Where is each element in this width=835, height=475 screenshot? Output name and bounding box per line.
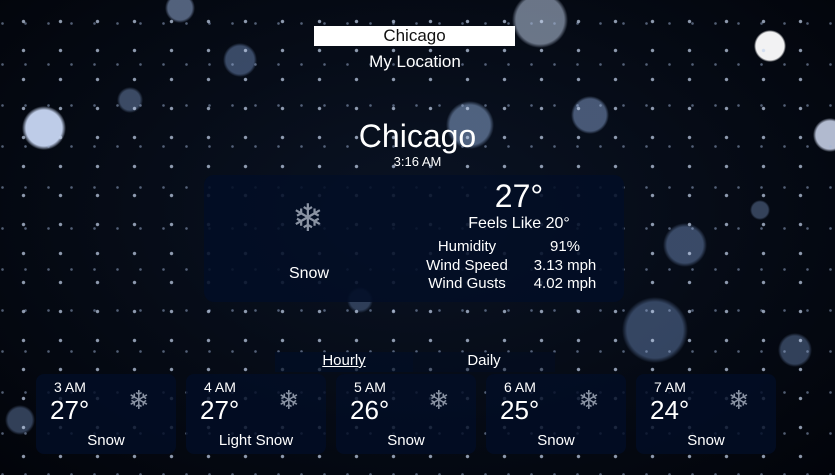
forecast-condition: Snow: [687, 432, 725, 449]
wind-gusts-value: 4.02 mph: [533, 275, 597, 292]
my-location-button[interactable]: My Location: [355, 52, 475, 72]
forecast-condition: Snow: [537, 432, 575, 449]
forecast-condition: Snow: [87, 432, 125, 449]
forecast-card: 6 AM 25° ❄ Snow: [486, 374, 626, 454]
snowflake-icon: ❄: [278, 385, 300, 415]
forecast-condition: Light Snow: [218, 432, 294, 449]
forecast-condition: Snow: [387, 432, 425, 449]
current-temperature: 27°: [494, 178, 544, 214]
forecast-temperature: 24°: [650, 395, 690, 425]
wind-gusts-label: Wind Gusts: [428, 275, 506, 292]
current-condition: Snow: [288, 265, 330, 282]
tab-daily-label: Daily: [467, 352, 501, 369]
forecast-time: 5 AM: [354, 379, 386, 395]
forecast-card: 4 AM 27° ❄ Light Snow: [186, 374, 326, 454]
forecast-time: 4 AM: [204, 379, 236, 395]
forecast-card: 5 AM 26° ❄ Snow: [336, 374, 476, 454]
snowflake-icon: ❄: [578, 385, 600, 415]
forecast-temperature: 26°: [350, 395, 390, 425]
tab-hourly-label: Hourly: [322, 352, 366, 369]
forecast-time: 6 AM: [504, 379, 536, 395]
wind-speed-value: 3.13 mph: [533, 257, 597, 274]
tab-hourly[interactable]: Hourly: [275, 352, 413, 372]
forecast-card: 3 AM 27° ❄ Snow: [36, 374, 176, 454]
humidity-label: Humidity: [437, 238, 497, 255]
humidity-value: 91%: [549, 238, 581, 255]
forecast-time: 7 AM: [654, 379, 686, 395]
current-weather-card: ❄ Snow 27° Feels Like 20° Humidity 91% W…: [204, 175, 624, 302]
feels-like: Feels Like 20°: [468, 215, 570, 232]
forecast-card: 7 AM 24° ❄ Snow: [636, 374, 776, 454]
tab-daily[interactable]: Daily: [413, 352, 555, 372]
forecast-temperature: 25°: [500, 395, 540, 425]
snowflake-icon: ❄: [728, 385, 750, 415]
current-time: 3:16 AM: [393, 154, 442, 169]
forecast-time: 3 AM: [54, 379, 86, 395]
city-search-input[interactable]: [314, 26, 515, 46]
snowflake-icon: ❄: [428, 385, 450, 415]
forecast-temperature: 27°: [50, 395, 90, 425]
snowflake-icon: ❄: [292, 198, 324, 240]
snowflake-icon: ❄: [128, 385, 150, 415]
wind-speed-label: Wind Speed: [426, 257, 508, 274]
forecast-temperature: 27°: [200, 395, 240, 425]
city-name: Chicago: [358, 118, 477, 154]
